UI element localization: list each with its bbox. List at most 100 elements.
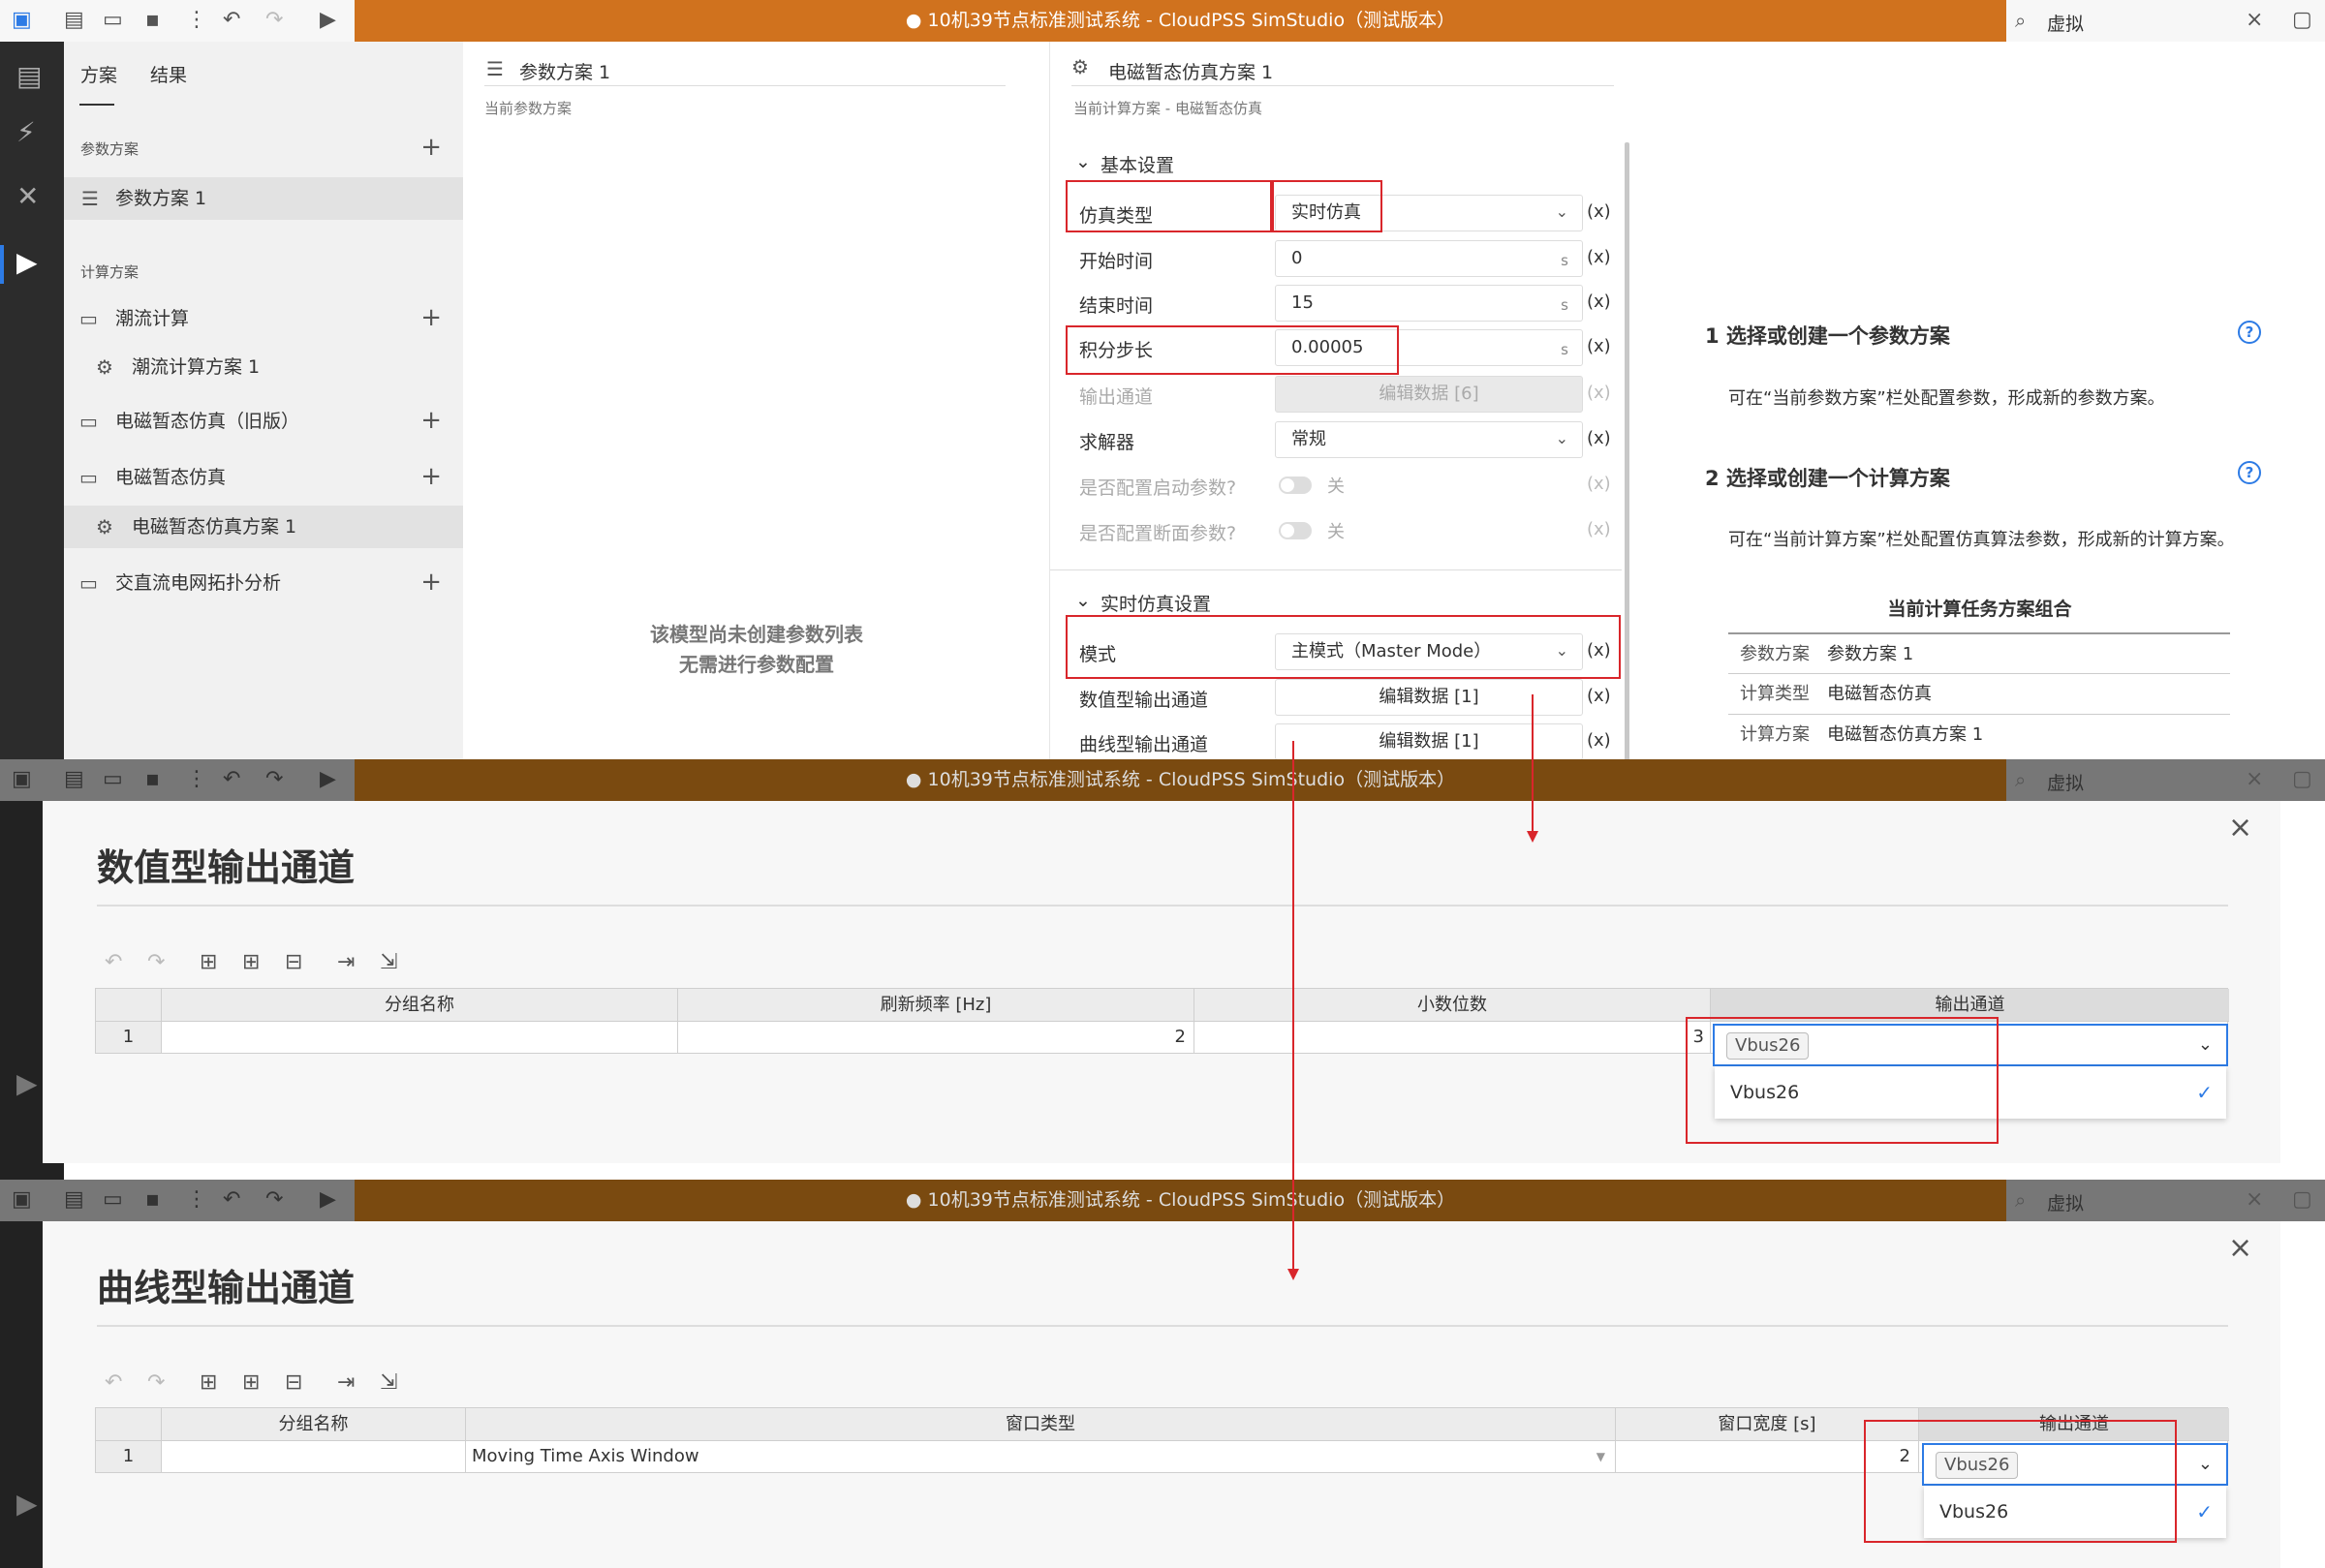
refresh-rate-cell[interactable]: 2 — [678, 1022, 1194, 1053]
clear-search-icon[interactable]: × — [2246, 767, 2263, 791]
import-icon[interactable]: ⇲ — [380, 950, 397, 974]
calc-group-emt[interactable]: ▭ 电磁暂态仿真 — [64, 456, 463, 499]
decimals-cell[interactable]: 3 — [1194, 1022, 1711, 1053]
help-icon[interactable]: ? — [2238, 321, 2261, 344]
calc-group-powerflow[interactable]: ▭ 潮流计算 — [64, 297, 463, 340]
calc-group-topology[interactable]: ▭ 交直流电网拓扑分析 — [64, 562, 463, 604]
undo-icon[interactable]: ↶ — [105, 1370, 122, 1395]
simulate-icon[interactable]: ▶ — [16, 247, 38, 278]
undo-icon[interactable]: ↶ — [105, 950, 122, 974]
curve-output-edit-button[interactable]: 编辑数据 [1] — [1275, 723, 1583, 759]
search-input[interactable]: 虚拟 — [2047, 1189, 2084, 1215]
expression-toggle[interactable]: (x) — [1587, 292, 1611, 312]
import-icon[interactable]: ⇲ — [380, 1370, 397, 1395]
solver-select[interactable]: 常规 ⌄ — [1275, 421, 1583, 458]
run-icon[interactable]: ▶ — [320, 767, 336, 792]
group-realtime-settings[interactable]: 实时仿真设置 — [1100, 590, 1211, 616]
column-header[interactable]: 窗口类型 — [466, 1408, 1616, 1441]
search-input[interactable]: 虚拟 — [2047, 769, 2084, 795]
add-row-icon[interactable]: ⊞ — [242, 1370, 260, 1395]
undo-icon[interactable]: ↶ — [223, 1187, 240, 1213]
calc-item-emt-1[interactable]: ⚙ 电磁暂态仿真方案 1 — [64, 506, 463, 548]
help-icon[interactable]: ? — [2238, 461, 2261, 484]
more-icon[interactable]: ⋮ — [186, 1187, 207, 1213]
run-icon[interactable]: ▶ — [320, 1187, 336, 1213]
expression-toggle[interactable]: (x) — [1587, 428, 1611, 448]
close-icon[interactable]: × — [2228, 811, 2252, 845]
clear-search-icon[interactable]: × — [2246, 1187, 2263, 1212]
tab-results[interactable]: 结果 — [150, 61, 187, 87]
redo-icon[interactable]: ↷ — [265, 8, 283, 33]
expression-toggle[interactable]: (x) — [1587, 730, 1611, 751]
redo-icon[interactable]: ↷ — [265, 767, 283, 792]
numeric-output-edit-button[interactable]: 编辑数据 [1] — [1275, 679, 1583, 716]
end-time-input[interactable]: 15 s — [1275, 285, 1583, 322]
more-icon[interactable]: ⋮ — [186, 8, 207, 33]
fullscreen-icon[interactable]: ▢ — [2292, 1187, 2312, 1212]
output-channel-edit-button[interactable]: 编辑数据 [6] — [1275, 376, 1583, 413]
tab-scheme[interactable]: 方案 — [80, 61, 117, 87]
expression-toggle[interactable]: (x) — [1587, 686, 1611, 706]
new-file-icon[interactable]: ▤ — [64, 8, 84, 33]
expression-toggle[interactable]: (x) — [1587, 383, 1611, 403]
start-time-input[interactable]: 0s — [1275, 240, 1583, 277]
indent-icon[interactable]: ⇥ — [337, 950, 355, 974]
redo-icon[interactable]: ↷ — [147, 950, 165, 974]
component-icon[interactable]: ⚡ — [16, 117, 36, 148]
scrollbar[interactable] — [1625, 142, 1629, 759]
delete-row-icon[interactable]: ⊟ — [285, 950, 302, 974]
open-folder-icon[interactable]: ▭ — [103, 1187, 123, 1213]
save-icon[interactable]: ▪ — [145, 8, 160, 33]
expression-toggle[interactable]: (x) — [1587, 247, 1611, 267]
add-calc-icon[interactable]: + — [420, 408, 442, 433]
delete-row-icon[interactable]: ⊟ — [285, 1370, 302, 1395]
open-folder-icon[interactable]: ▭ — [103, 767, 123, 792]
simulate-icon[interactable]: ▶ — [16, 1068, 38, 1099]
save-icon[interactable]: ▪ — [145, 1187, 160, 1213]
search-input[interactable]: 虚拟 — [2047, 10, 2084, 36]
column-header[interactable]: 小数位数 — [1194, 989, 1711, 1022]
calc-item-powerflow-1[interactable]: ⚙ 潮流计算方案 1 — [64, 346, 463, 388]
new-file-icon[interactable]: ▤ — [64, 1187, 84, 1213]
column-header[interactable]: 分组名称 — [162, 1408, 466, 1441]
fullscreen-icon[interactable]: ▢ — [2292, 8, 2312, 32]
chevron-down-icon[interactable]: ⌄ — [1075, 590, 1091, 611]
redo-icon[interactable]: ↷ — [147, 1370, 165, 1395]
close-icon[interactable]: × — [2228, 1231, 2252, 1265]
group-basic-settings[interactable]: 基本设置 — [1100, 151, 1174, 177]
snapshot-params-toggle[interactable] — [1279, 522, 1312, 539]
column-header[interactable]: 分组名称 — [162, 989, 678, 1022]
window-type-cell[interactable]: Moving Time Axis Window ▼ — [466, 1441, 1616, 1472]
add-calc-icon[interactable]: + — [420, 569, 442, 595]
param-item[interactable]: ☰ 参数方案 1 — [64, 177, 463, 220]
open-folder-icon[interactable]: ▭ — [103, 8, 123, 33]
expression-toggle[interactable]: (x) — [1587, 519, 1611, 539]
insert-row-icon[interactable]: ⊞ — [200, 950, 217, 974]
undo-icon[interactable]: ↶ — [223, 8, 240, 33]
init-params-toggle[interactable] — [1279, 477, 1312, 494]
redo-icon[interactable]: ↷ — [265, 1187, 283, 1213]
fullscreen-icon[interactable]: ▢ — [2292, 767, 2312, 791]
expression-toggle[interactable]: (x) — [1587, 474, 1611, 494]
chevron-down-icon[interactable]: ⌄ — [1075, 151, 1091, 172]
calc-group-emt-old[interactable]: ▭ 电磁暂态仿真（旧版） — [64, 400, 463, 443]
column-header[interactable]: 刷新频率 [Hz] — [678, 989, 1194, 1022]
overview-icon[interactable]: ▤ — [16, 61, 42, 92]
more-icon[interactable]: ⋮ — [186, 767, 207, 792]
undo-icon[interactable]: ↶ — [223, 767, 240, 792]
tools-icon[interactable]: ✕ — [16, 181, 39, 212]
run-icon[interactable]: ▶ — [320, 8, 336, 33]
indent-icon[interactable]: ⇥ — [337, 1370, 355, 1395]
save-icon[interactable]: ▪ — [145, 767, 160, 792]
add-calc-icon[interactable]: + — [420, 305, 442, 330]
group-name-cell[interactable] — [162, 1022, 678, 1053]
insert-row-icon[interactable]: ⊞ — [200, 1370, 217, 1395]
group-name-cell[interactable] — [162, 1441, 466, 1472]
add-row-icon[interactable]: ⊞ — [242, 950, 260, 974]
add-calc-icon[interactable]: + — [420, 464, 442, 489]
expression-toggle[interactable]: (x) — [1587, 201, 1611, 222]
simulate-icon[interactable]: ▶ — [16, 1489, 38, 1520]
expression-toggle[interactable]: (x) — [1587, 336, 1611, 356]
add-param-icon[interactable]: + — [420, 135, 442, 160]
clear-search-icon[interactable]: × — [2246, 8, 2263, 32]
